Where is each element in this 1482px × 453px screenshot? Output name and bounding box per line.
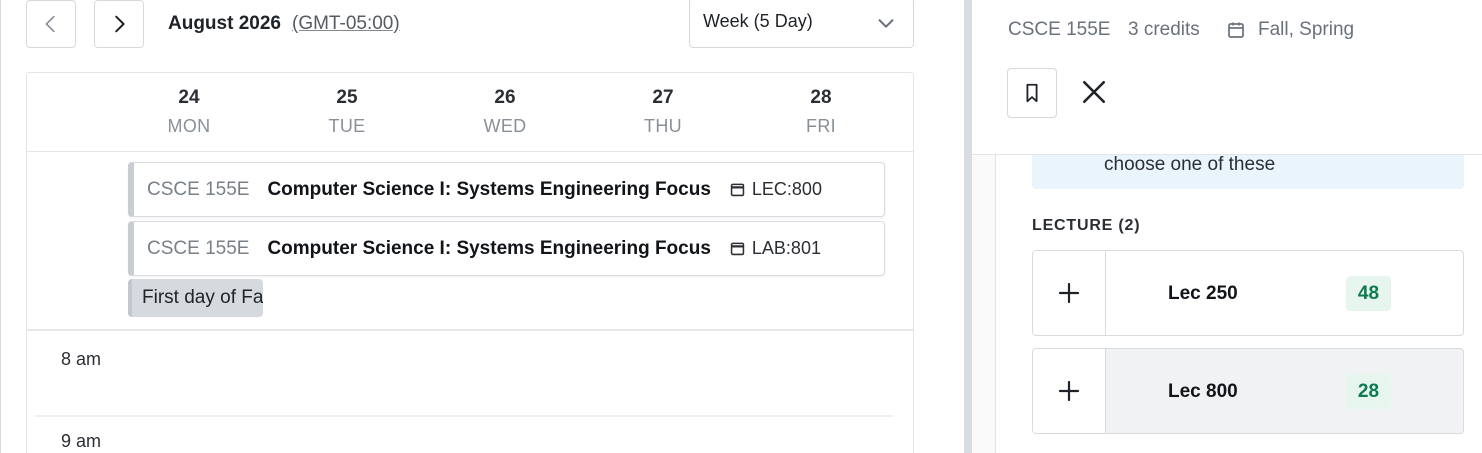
day-header-wed: 26 WED (465, 87, 545, 137)
seats-badge: 48 (1346, 276, 1391, 311)
section-name: Lec 250 (1168, 283, 1238, 304)
section-name: Lec 800 (1168, 381, 1238, 402)
calendar-icon (730, 242, 745, 256)
section-row-lec-250[interactable]: Lec 250 48 (1032, 250, 1464, 336)
plus-icon (1058, 282, 1080, 304)
add-section-button[interactable] (1033, 251, 1106, 335)
day-header-tue: 25 TUE (307, 87, 387, 137)
event-course-code: CSCE 155E (147, 237, 250, 259)
month-label: August 2026 (168, 13, 281, 34)
close-icon (1082, 80, 1106, 104)
chevron-left-icon (45, 15, 55, 33)
close-button[interactable] (1078, 76, 1110, 108)
day-name: TUE (328, 116, 366, 136)
day-number: 24 (178, 87, 200, 108)
calendar-icon (1228, 22, 1244, 38)
day-number: 25 (336, 87, 358, 108)
view-select-value: Week (5 Day) (703, 11, 813, 31)
calendar-icon (730, 183, 745, 197)
all-day-event-chip[interactable]: First day of Fa (128, 279, 263, 317)
day-header-fri: 28 FRI (781, 87, 861, 137)
event-course-title: Computer Science I: Systems Engineering … (267, 237, 711, 259)
section-row-lec-800[interactable]: Lec 800 28 (1032, 348, 1464, 434)
day-name: FRI (806, 116, 836, 136)
day-number: 28 (810, 87, 832, 108)
hour-gridline (35, 415, 893, 417)
info-text: choose one of these (1104, 154, 1276, 175)
course-code: CSCE 155E (1008, 19, 1111, 40)
event-section: LEC:800 (751, 179, 822, 199)
day-name: THU (644, 116, 682, 136)
section-group-label: LECTURE (2) (1032, 217, 1141, 234)
all-day-divider (27, 329, 913, 331)
info-notice: choose one of these (1032, 154, 1464, 189)
day-number: 26 (494, 87, 516, 108)
day-number: 27 (652, 87, 674, 108)
previous-week-button[interactable] (26, 0, 76, 48)
pane-resize-handle[interactable] (964, 0, 972, 453)
day-header-mon: 24 MON (149, 87, 229, 137)
bookmark-button[interactable] (1007, 68, 1057, 118)
course-detail-pane: CSCE 155E 3 credits Fall, Spring choose … (972, 0, 1482, 453)
event-section: LAB:801 (751, 238, 821, 258)
chevron-down-icon (878, 19, 894, 28)
calendar-event-lab[interactable]: CSCE 155E Computer Science I: Systems En… (128, 221, 885, 276)
bookmark-icon (1026, 83, 1038, 103)
add-section-button[interactable] (1033, 349, 1106, 433)
chevron-right-icon (115, 15, 125, 33)
seats-badge: 28 (1346, 374, 1391, 409)
day-name: MON (167, 116, 211, 136)
day-header-row: 24 MON 25 TUE 26 WED 27 THU 28 FRI (27, 73, 913, 152)
next-week-button[interactable] (94, 0, 144, 48)
timezone-link[interactable]: (GMT-05:00) (292, 13, 400, 35)
calendar-event-lecture[interactable]: CSCE 155E Computer Science I: Systems En… (128, 162, 885, 217)
view-select[interactable]: Week (5 Day) (689, 0, 914, 48)
hour-label-9am: 9 am (61, 431, 102, 451)
course-terms: Fall, Spring (1258, 19, 1355, 40)
course-credits: 3 credits (1128, 19, 1200, 40)
app-root: August 2026 (GMT-05:00) Week (5 Day) 24 … (0, 0, 1482, 453)
event-course-code: CSCE 155E (147, 178, 250, 200)
plus-icon (1058, 380, 1080, 402)
week-grid: 24 MON 25 TUE 26 WED 27 THU 28 FRI CSCE … (26, 72, 914, 453)
course-detail-header: CSCE 155E 3 credits Fall, Spring (972, 0, 1482, 155)
calendar-pane: August 2026 (GMT-05:00) Week (5 Day) 24 … (0, 0, 938, 453)
day-header-thu: 27 THU (623, 87, 703, 137)
hour-label-8am: 8 am (61, 349, 102, 369)
day-name: WED (483, 116, 527, 136)
event-course-title: Computer Science I: Systems Engineering … (267, 178, 711, 200)
